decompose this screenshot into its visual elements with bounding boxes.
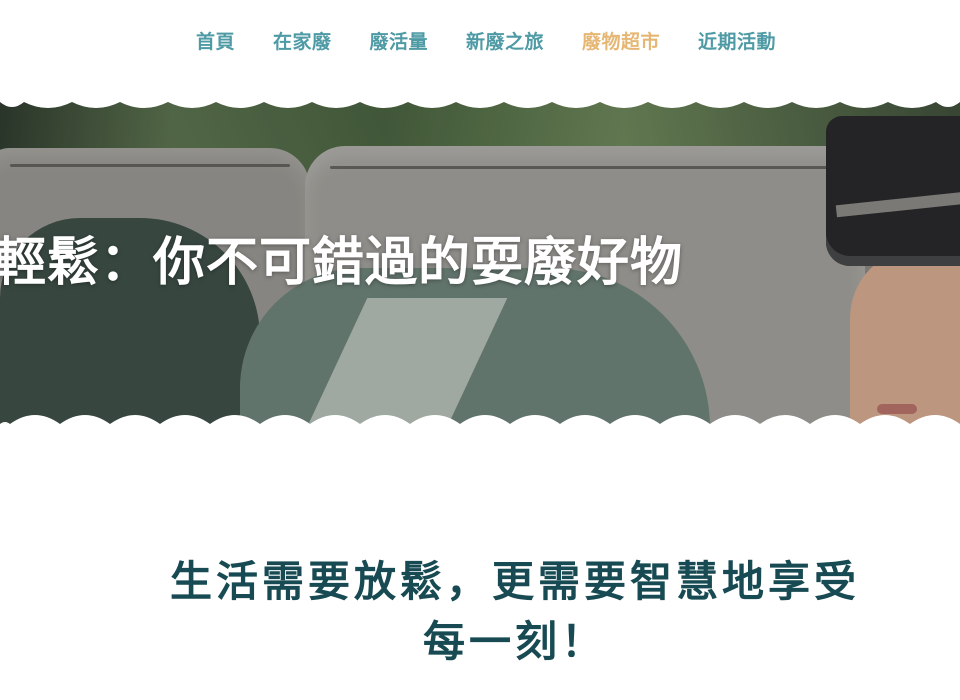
hero-banner: 輕鬆：你不可錯過的耍廢好物 bbox=[0, 98, 960, 434]
nav-item-home[interactable]: 首頁 bbox=[196, 27, 235, 54]
hero-title: 輕鬆：你不可錯過的耍廢好物 bbox=[0, 233, 684, 293]
section-heading-line2: 每一刻！ bbox=[422, 617, 607, 666]
nav-item-shop[interactable]: 廢物超市 bbox=[582, 27, 660, 54]
section-heading: 生活需要放鬆，更需要智慧地享受 每一刻！ bbox=[100, 552, 930, 672]
main-nav: 首頁 在家廢 廢活量 新廢之旅 廢物超市 近期活動 bbox=[0, 0, 960, 98]
nav-item-activity[interactable]: 廢活量 bbox=[369, 27, 428, 54]
nav-item-events[interactable]: 近期活動 bbox=[698, 27, 776, 54]
nav-menu: 首頁 在家廢 廢活量 新廢之旅 廢物超市 近期活動 bbox=[0, 0, 960, 54]
nav-item-stay-home[interactable]: 在家廢 bbox=[273, 27, 332, 54]
scallop-top-edge bbox=[0, 98, 960, 108]
section-heading-line1: 生活需要放鬆，更需要智慧地享受 bbox=[169, 557, 860, 606]
scallop-bottom-edge bbox=[0, 415, 960, 434]
nav-item-travel[interactable]: 新廢之旅 bbox=[466, 27, 544, 54]
